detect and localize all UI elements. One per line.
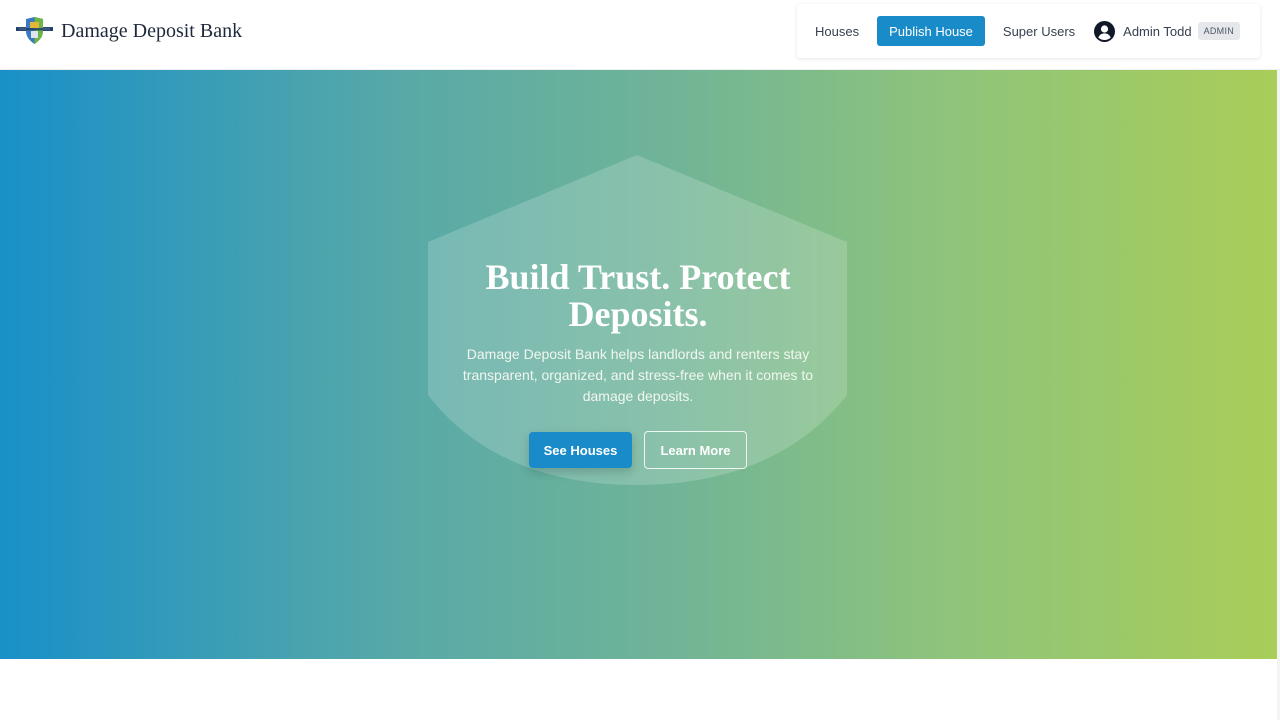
see-houses-button[interactable]: See Houses (529, 432, 632, 468)
main-nav: Houses Publish House Super Users Admin T… (797, 4, 1260, 58)
hero-section: Build Trust. Protect Deposits. Damage De… (0, 70, 1277, 659)
brand-name: Damage Deposit Bank (61, 20, 243, 42)
role-badge: ADMIN (1197, 22, 1241, 40)
learn-more-button[interactable]: Learn More (644, 431, 747, 469)
nav-super-users-link[interactable]: Super Users (1003, 24, 1075, 39)
hero-description: Damage Deposit Bank helps landlords and … (462, 346, 814, 404)
user-circle-icon (1094, 20, 1116, 42)
publish-house-button[interactable]: Publish House (877, 16, 985, 46)
nav-houses-link[interactable]: Houses (815, 24, 859, 39)
user-menu[interactable]: Admin Todd ADMIN (1094, 20, 1241, 42)
user-name: Admin Todd (1123, 23, 1192, 39)
site-header: Damage Deposit Bank Houses Publish House… (0, 0, 1280, 70)
brand[interactable]: Damage Deposit Bank (16, 16, 242, 46)
hero-title: Build Trust. Protect Deposits. (485, 257, 791, 334)
shield-logo-icon (16, 17, 53, 44)
